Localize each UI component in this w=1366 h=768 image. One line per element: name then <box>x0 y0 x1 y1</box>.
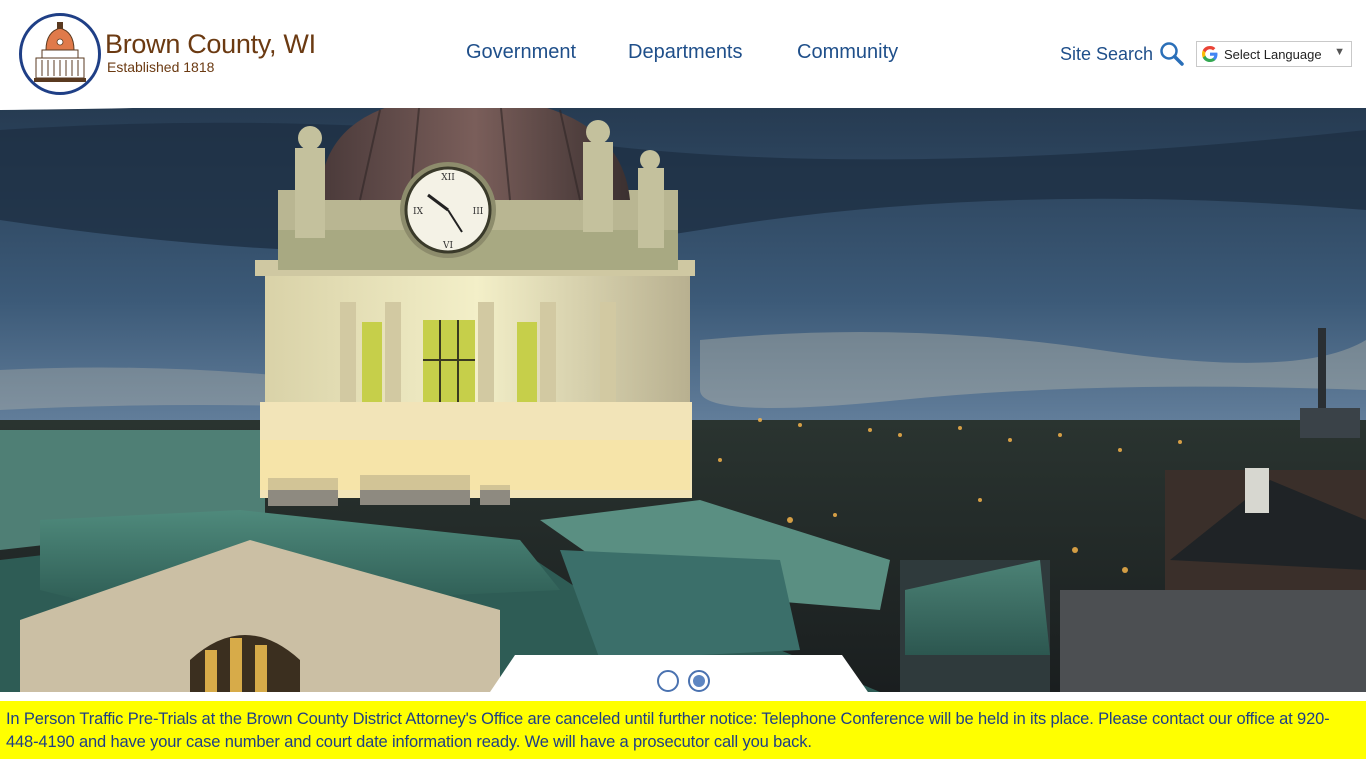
chevron-down-icon: ▼ <box>1334 46 1345 58</box>
svg-text:IX: IX <box>413 207 424 217</box>
alert-text: In Person Traffic Pre-Trials at the Brow… <box>6 710 1330 751</box>
language-select[interactable]: Select Language ▼ <box>1196 41 1352 67</box>
svg-text:XII: XII <box>441 173 455 183</box>
nav-community[interactable]: Community <box>797 41 898 64</box>
svg-text:VI: VI <box>442 241 453 251</box>
slider-dots-tab <box>488 655 870 695</box>
courthouse-icon <box>23 17 97 91</box>
established-tagline: Established 1818 <box>107 59 215 75</box>
page: XII III VI IX Brown County, WI Establish… <box>0 0 1366 768</box>
magnifier-icon <box>1160 42 1184 66</box>
alert-banner: In Person Traffic Pre-Trials at the Brow… <box>0 701 1366 759</box>
hero-banner: XII III VI IX <box>0 90 1366 692</box>
slide-dot-1[interactable] <box>657 670 679 692</box>
slide-dot-2[interactable] <box>688 670 710 692</box>
svg-text:III: III <box>473 207 484 217</box>
nav-government[interactable]: Government <box>466 41 576 64</box>
google-g-icon <box>1202 46 1218 62</box>
hero-photo: XII III VI IX <box>0 90 1366 692</box>
site-header: Brown County, WI Established 1818 Govern… <box>0 0 1366 108</box>
site-search-button[interactable]: Site Search <box>1060 42 1185 66</box>
county-seal-logo[interactable] <box>19 13 101 95</box>
nav-departments[interactable]: Departments <box>628 41 743 64</box>
site-search-label: Site Search <box>1060 43 1154 64</box>
county-name[interactable]: Brown County, WI <box>105 29 316 60</box>
language-label: Select Language <box>1224 46 1322 62</box>
